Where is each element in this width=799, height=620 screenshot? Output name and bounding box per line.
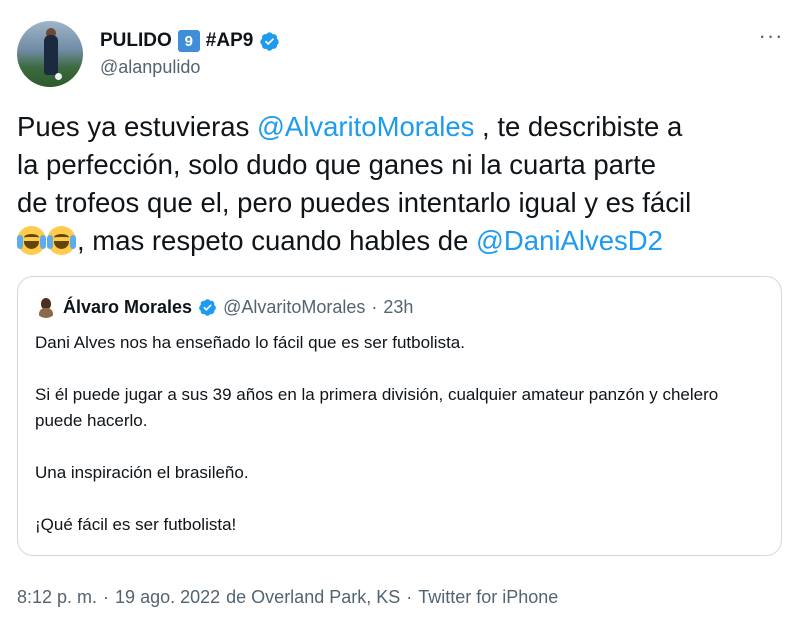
quoted-paragraph: ¡Qué fácil es ser futbolista! xyxy=(35,515,237,534)
tweet-text-segment: , mas respeto cuando hables de xyxy=(77,225,477,256)
tears-of-joy-emoji-icon xyxy=(47,226,76,255)
quoted-tweet-header: Álvaro Morales @AlvaritoMorales · 23h xyxy=(35,295,413,319)
verified-badge-icon xyxy=(260,31,279,51)
number-nine-badge: 9 xyxy=(177,30,200,52)
separator-dot: · xyxy=(103,586,110,607)
tweet-line-1: Pues ya estuvieras @AlvaritoMorales , te… xyxy=(17,108,787,146)
author-display-name[interactable]: PULIDO 9 #AP9 xyxy=(100,29,280,53)
author-avatar[interactable] xyxy=(17,21,83,87)
tweet: PULIDO 9 #AP9 @alanpulido ··· Pues ya es… xyxy=(0,0,799,620)
author-handle[interactable]: @alanpulido xyxy=(100,57,200,78)
tweet-line-3: de trofeos que el, pero puedes intentarl… xyxy=(17,187,692,218)
more-options-button[interactable]: ··· xyxy=(757,23,785,48)
tears-of-joy-emoji-icon xyxy=(17,226,46,255)
mention-link-alvaritomorales[interactable]: @AlvaritoMorales xyxy=(257,111,474,142)
quoted-author-avatar[interactable] xyxy=(35,296,57,318)
avatar-player xyxy=(44,35,58,75)
author-name: PULIDO xyxy=(100,30,172,51)
tweet-text-segment: Pues ya estuvieras xyxy=(17,111,257,142)
tweet-text-segment: , te describiste a xyxy=(474,111,683,142)
quoted-tweet-text: Dani Alves nos ha enseñado lo fácil que … xyxy=(35,330,770,538)
tweet-line-4: , mas respeto cuando hables de @DaniAlve… xyxy=(17,222,787,260)
tweet-source[interactable]: Twitter for iPhone xyxy=(418,587,558,608)
tweet-time[interactable]: 8:12 p. m. xyxy=(17,587,97,608)
tweet-location[interactable]: de Overland Park, KS xyxy=(226,587,400,608)
quoted-author-handle[interactable]: @AlvaritoMorales xyxy=(223,297,365,318)
quoted-author-name[interactable]: Álvaro Morales xyxy=(63,297,192,318)
tweet-date[interactable]: 19 ago. 2022 xyxy=(115,587,220,608)
quoted-tweet-time[interactable]: 23h xyxy=(383,297,413,318)
verified-badge-icon xyxy=(199,298,216,316)
quoted-tweet-card[interactable]: Álvaro Morales @AlvaritoMorales · 23h Da… xyxy=(17,276,782,556)
separator-dot: · xyxy=(371,296,378,317)
mention-link-danialvesd2[interactable]: @DaniAlvesD2 xyxy=(476,225,663,256)
tweet-line-2: la perfección, solo dudo que ganes ni la… xyxy=(17,149,657,180)
author-tag: #AP9 xyxy=(205,30,254,51)
quoted-paragraph: Una inspiración el brasileño. xyxy=(35,463,249,482)
quoted-paragraph: Dani Alves nos ha enseñado lo fácil que … xyxy=(35,333,465,352)
separator-dot: · xyxy=(406,586,413,607)
tweet-metadata: 8:12 p. m. · 19 ago. 2022 de Overland Pa… xyxy=(17,585,558,609)
tweet-text: Pues ya estuvieras @AlvaritoMorales , te… xyxy=(17,108,787,260)
avatar-ball xyxy=(55,73,62,80)
quoted-paragraph: Si él puede jugar a sus 39 años en la pr… xyxy=(35,385,719,430)
